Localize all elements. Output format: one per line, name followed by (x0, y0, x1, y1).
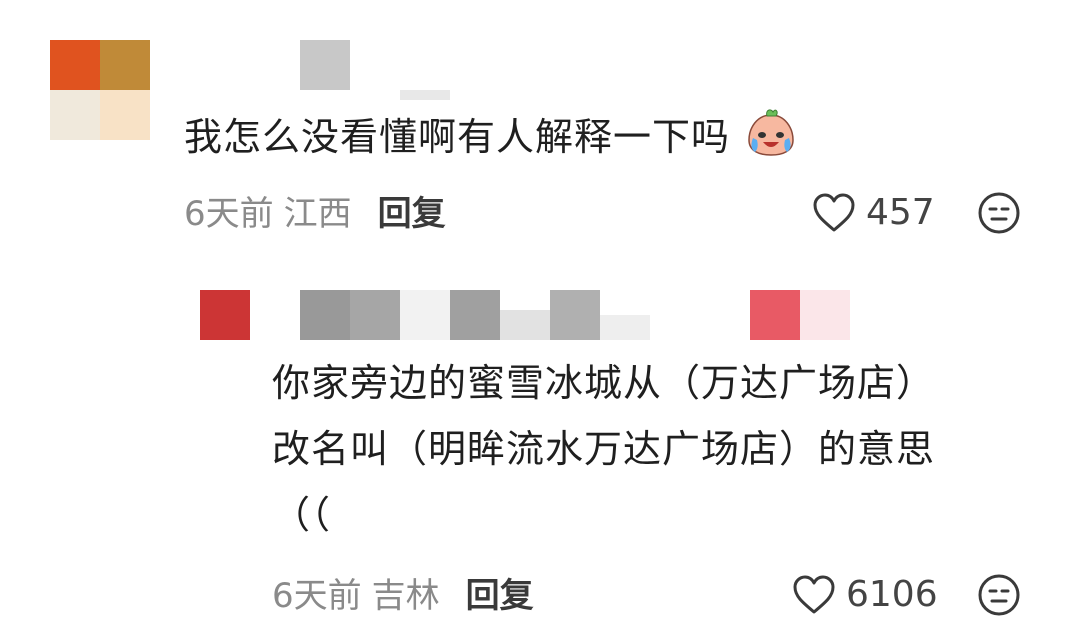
reply-button[interactable]: 回复 (378, 194, 446, 234)
like-count: 6106 (846, 574, 938, 615)
comment-text-content: 我怎么没看懂啊有人解释一下吗 (184, 115, 731, 159)
comment-meta: 6天前 吉林 回复 (272, 576, 534, 616)
comment-region: 吉林 (371, 576, 440, 616)
comment-meta: 6天前 江西 回复 (184, 194, 446, 234)
avatar[interactable] (200, 290, 250, 340)
like-count: 457 (866, 192, 935, 233)
comment-time: 6天前 (184, 194, 274, 234)
comment-text-line: 改名叫（明眸流水万达广场店）的意思 (272, 427, 936, 471)
heart-icon (813, 193, 855, 231)
dislike-face-icon[interactable] (976, 572, 1022, 622)
comment-region: 江西 (283, 194, 352, 234)
avatar[interactable] (50, 40, 150, 140)
username[interactable] (300, 40, 450, 100)
crying-laughing-peach-emoji-icon (745, 108, 797, 178)
comment-time: 6天前 (272, 576, 362, 616)
comment-text-line: 你家旁边的蜜雪冰城从（万达广场店） (272, 361, 936, 405)
heart-icon (793, 575, 835, 613)
comment-text: 你家旁边的蜜雪冰城从（万达广场店） 改名叫（明眸流水万达广场店）的意思 （（ (272, 350, 935, 548)
comment-text-line: （（ (272, 493, 332, 537)
comment-text: 我怎么没看懂啊有人解释一下吗 (184, 104, 797, 178)
like-button[interactable]: 6106 (792, 574, 938, 615)
like-button[interactable]: 457 (812, 192, 935, 233)
reply-button[interactable]: 回复 (466, 576, 534, 616)
dislike-face-icon[interactable] (976, 190, 1022, 240)
username[interactable] (300, 290, 860, 340)
